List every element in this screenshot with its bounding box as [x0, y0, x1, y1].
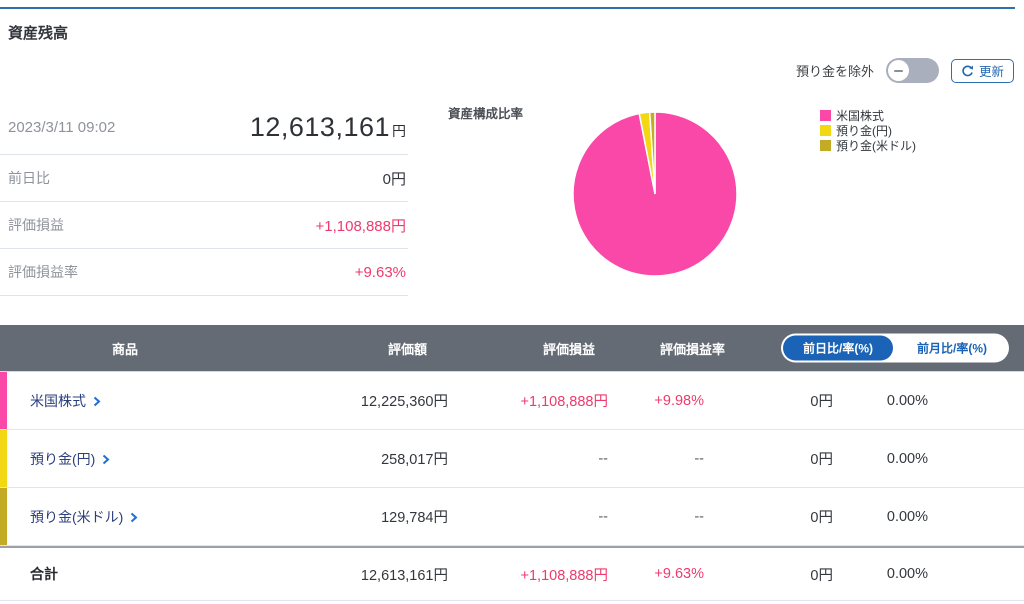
period-month-button[interactable]: 前月比/率(%)	[897, 336, 1007, 361]
summary-rows: 前日比 0円評価損益 +1,108,888円評価損益率 +9.63%	[0, 155, 408, 296]
summary-row: 評価損益 +1,108,888円	[0, 202, 408, 249]
gain-cell: --	[460, 509, 620, 525]
summary-row: 評価損益率 +9.63%	[0, 249, 408, 296]
change-rate-cell: 0.00%	[845, 451, 940, 467]
asset-table: 商品 評価額 評価損益 評価損益率 前日比/率(%) 前月比/率(%) 米国株式…	[0, 325, 1024, 601]
gain-cell: +1,108,888円	[460, 390, 620, 411]
total-change: 0円	[730, 564, 845, 585]
gain-rate-cell: --	[620, 451, 730, 467]
legend-item: 預り金(円)	[820, 123, 916, 137]
asset-balance-page: 資産残高 預り金を除外 更新 2023/3/11 09:02 12,613,16…	[0, 0, 1024, 604]
row-color-bar	[0, 430, 7, 487]
summary-row-value: +9.63%	[355, 264, 406, 281]
controls-bar: 預り金を除外 更新	[796, 58, 1014, 83]
total-balance: 12,613,161円	[250, 112, 406, 143]
chevron-right-icon	[102, 454, 110, 465]
chevron-right-icon	[130, 512, 138, 523]
refresh-icon	[961, 65, 974, 78]
total-balance-value: 12,613,161	[250, 112, 390, 142]
legend-item: 預り金(米ドル)	[820, 138, 916, 152]
legend-swatch	[820, 140, 831, 151]
gain-rate-cell: --	[620, 509, 730, 525]
gain-cell: --	[460, 451, 620, 467]
change-cell: 0円	[730, 390, 845, 411]
exclude-deposits-label: 預り金を除外	[796, 61, 874, 80]
chart-title: 資産構成比率	[448, 103, 523, 122]
change-rate-cell: 0.00%	[845, 509, 940, 525]
chevron-right-icon	[93, 396, 101, 407]
header-gain: 評価損益	[460, 339, 620, 358]
summary-row-label: 評価損益	[8, 215, 64, 235]
total-balance-unit: 円	[392, 123, 406, 139]
accent-divider	[0, 7, 1015, 9]
page-title: 資産残高	[8, 22, 68, 43]
summary-row-value: 0円	[383, 168, 406, 189]
change-cell: 0円	[730, 506, 845, 527]
summary-panel: 2023/3/11 09:02 12,613,161円 前日比 0円評価損益 +1,…	[0, 100, 408, 296]
header-valuation: 評価額	[250, 339, 460, 358]
total-valuation: 12,613,161円	[250, 564, 460, 585]
product-link[interactable]: 米国株式	[30, 391, 86, 411]
change-cell: 0円	[730, 448, 845, 469]
product-cell: 預り金(円)	[0, 449, 250, 469]
exclude-deposits-toggle[interactable]	[886, 58, 939, 83]
gain-rate-cell: +9.98%	[620, 393, 730, 409]
product-cell: 預り金(米ドル)	[0, 507, 250, 527]
change-rate-cell: 0.00%	[845, 393, 940, 409]
valuation-cell: 258,017円	[250, 448, 460, 469]
header-product: 商品	[0, 339, 250, 358]
timestamp: 2023/3/11 09:02	[8, 119, 115, 136]
total-gain: +1,108,888円	[460, 564, 620, 585]
total-change-rate: 0.00%	[845, 566, 940, 582]
asset-composition-pie-chart	[570, 109, 740, 279]
valuation-cell: 12,225,360円	[250, 390, 460, 411]
product-link[interactable]: 預り金(米ドル)	[30, 507, 123, 527]
summary-total-row: 2023/3/11 09:02 12,613,161円	[0, 100, 408, 155]
toggle-knob	[888, 60, 909, 81]
summary-row-label: 前日比	[8, 168, 50, 188]
refresh-button[interactable]: 更新	[951, 59, 1014, 83]
total-row-label: 合計	[0, 564, 250, 584]
header-gain-rate: 評価損益率	[620, 339, 730, 358]
table-body: 米国株式12,225,360円+1,108,888円+9.98%0円0.00%預…	[0, 372, 1024, 546]
legend-swatch	[820, 110, 831, 121]
total-gain-rate: +9.63%	[620, 566, 730, 582]
table-row: 預り金(米ドル)129,784円----0円0.00%	[0, 488, 1024, 546]
table-row: 米国株式 12,225,360円+1,108,888円+9.98%0円0.00%	[0, 372, 1024, 430]
legend-label: 預り金(米ドル)	[836, 137, 916, 154]
summary-row: 前日比 0円	[0, 155, 408, 202]
total-row: 合計 12,613,161円 +1,108,888円 +9.63% 0円 0.0…	[0, 546, 1024, 601]
valuation-cell: 129,784円	[250, 506, 460, 527]
product-link[interactable]: 預り金(円)	[30, 449, 95, 469]
legend-swatch	[820, 125, 831, 136]
table-header-row: 商品 評価額 評価損益 評価損益率 前日比/率(%) 前月比/率(%)	[0, 325, 1024, 372]
summary-row-label: 評価損益率	[8, 262, 78, 282]
table-row: 預り金(円)258,017円----0円0.00%	[0, 430, 1024, 488]
legend-item: 米国株式	[820, 108, 916, 122]
period-day-button[interactable]: 前日比/率(%)	[783, 336, 893, 361]
refresh-label: 更新	[979, 61, 1004, 80]
minus-icon	[894, 70, 903, 72]
period-toggle-group: 前日比/率(%) 前月比/率(%)	[781, 334, 1009, 363]
product-cell: 米国株式	[0, 391, 250, 411]
summary-row-value: +1,108,888円	[316, 215, 407, 236]
pie-legend: 米国株式預り金(円)預り金(米ドル)	[820, 108, 916, 152]
row-color-bar	[0, 488, 7, 545]
row-color-bar	[0, 372, 7, 429]
